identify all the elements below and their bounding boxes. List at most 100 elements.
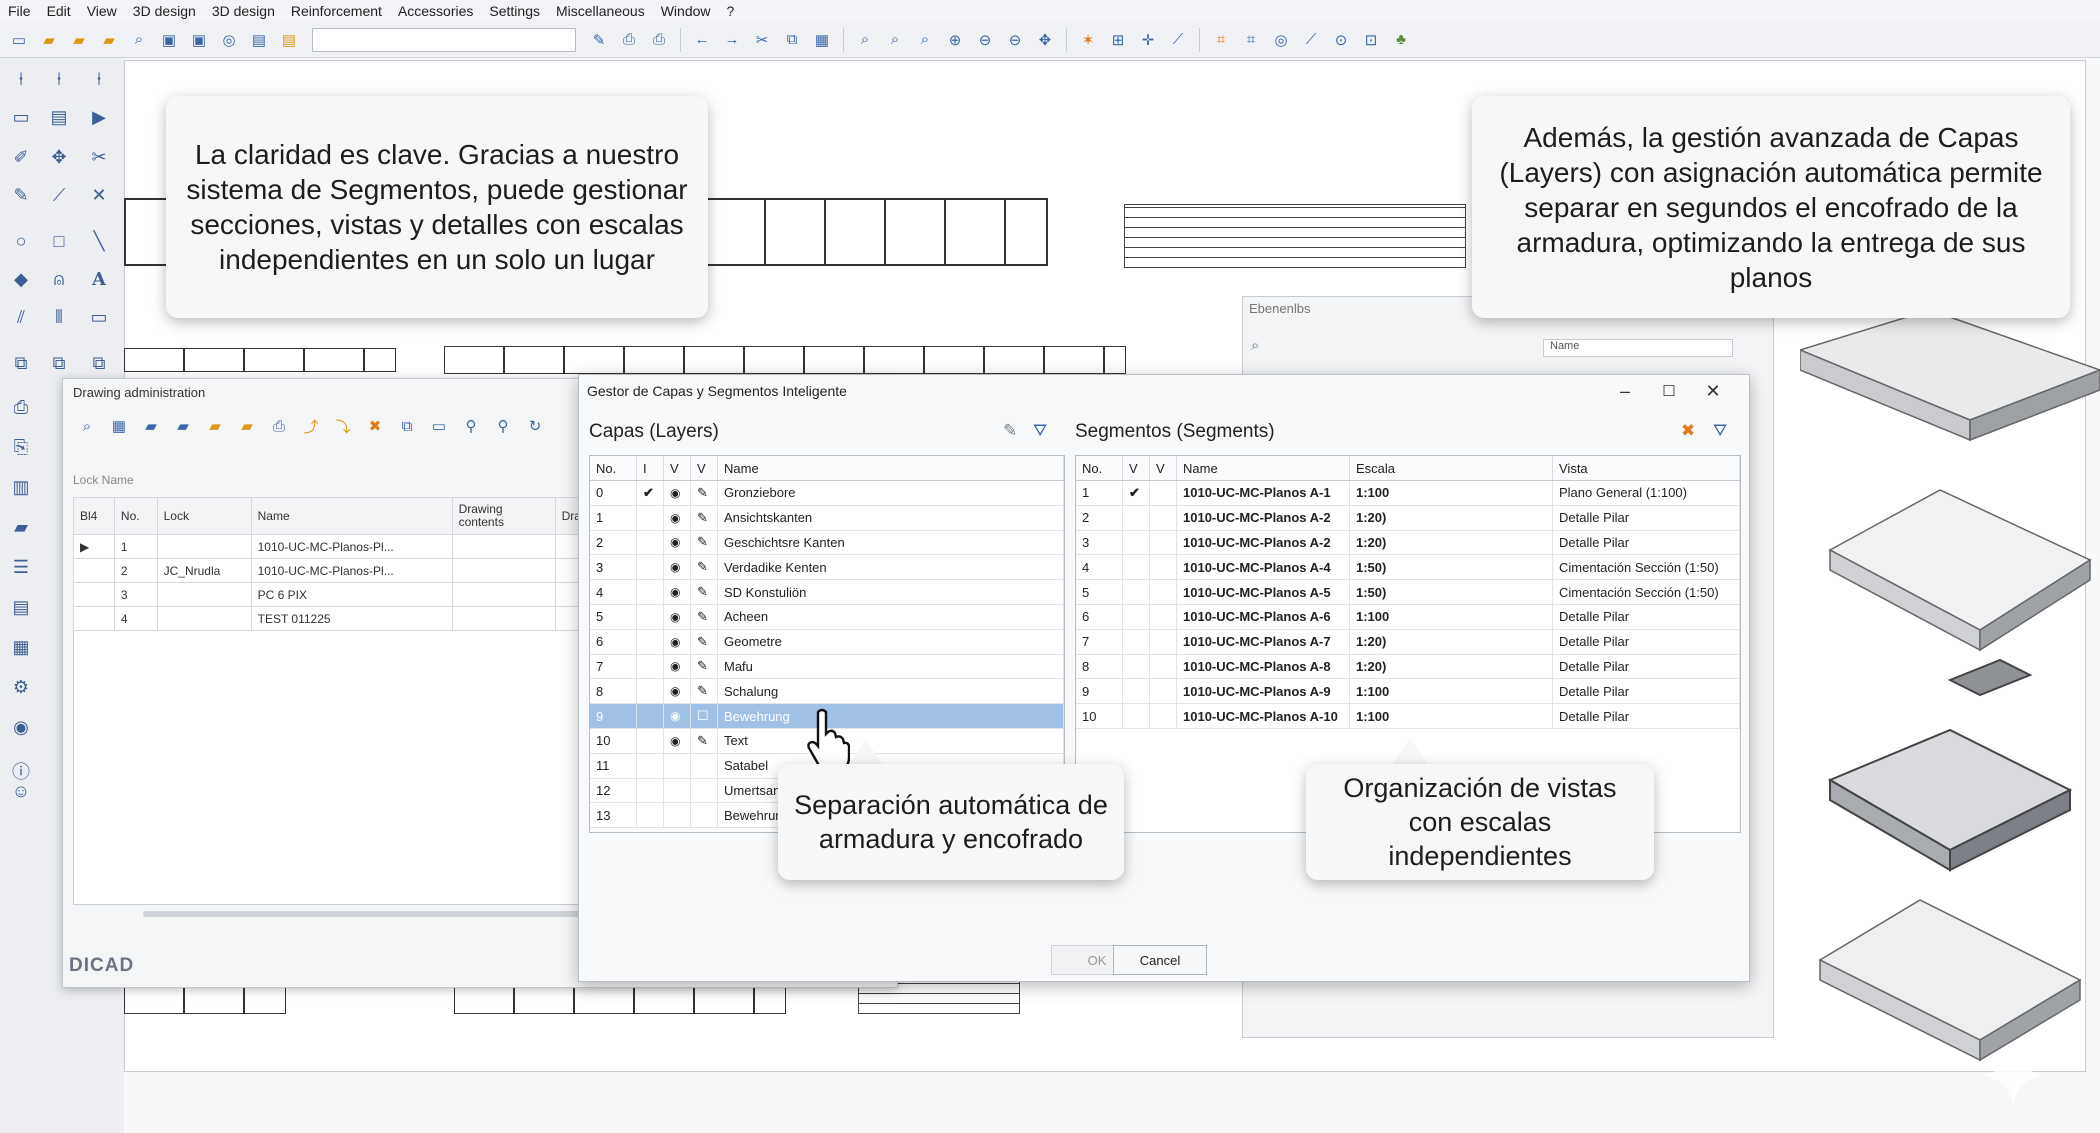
pattern-icon[interactable]: ⦀ bbox=[46, 304, 72, 330]
layer-settings-icon[interactable]: ✎ bbox=[1003, 421, 1017, 441]
zoom-icon[interactable]: ⌕ bbox=[854, 29, 876, 51]
col-header[interactable]: No. bbox=[1076, 456, 1123, 481]
grid-icon[interactable]: ⌗ bbox=[1210, 29, 1232, 51]
segment-visible[interactable] bbox=[1149, 554, 1177, 581]
layer-filter-icon[interactable]: ⛛ bbox=[1033, 421, 1047, 441]
layer-check[interactable] bbox=[636, 554, 664, 581]
image-icon[interactable]: ▤ bbox=[248, 29, 270, 51]
layer-visible-icon[interactable] bbox=[663, 802, 691, 829]
col-header[interactable]: V bbox=[1149, 456, 1177, 481]
menu-item[interactable]: Settings bbox=[481, 3, 548, 19]
target-icon[interactable]: ◎ bbox=[1270, 29, 1292, 51]
car-icon[interactable]: ▰ bbox=[8, 514, 34, 540]
segment-row[interactable]: 2 1010-UC-MC-Planos A-2 1:20) Detalle Pilar bbox=[1076, 505, 1740, 531]
layer-row[interactable]: 0 ✔ ◉ ✎ Gronziebore bbox=[590, 480, 1064, 506]
layer-visible-icon[interactable]: ◉ bbox=[663, 604, 691, 630]
menu-item[interactable]: Window bbox=[653, 3, 719, 19]
minimize-icon[interactable]: – bbox=[1609, 379, 1641, 403]
layer-check[interactable] bbox=[636, 703, 664, 729]
layer-edit-icon[interactable]: ✎ bbox=[690, 728, 718, 754]
segment-visible[interactable] bbox=[1149, 678, 1177, 705]
table-icon[interactable]: ▦ bbox=[108, 415, 130, 437]
segment-delete-icon[interactable]: ✖ bbox=[1681, 421, 1695, 441]
segment-row[interactable]: 1 ✔ 1010-UC-MC-Planos A-1 1:100 Plano Genera… bbox=[1076, 480, 1740, 506]
undo-icon[interactable]: ← bbox=[691, 29, 713, 51]
layer-visible-icon[interactable]: ◉ bbox=[663, 579, 691, 605]
export-icon[interactable]: ⤴ bbox=[300, 415, 322, 437]
segment-row[interactable]: 4 1010-UC-MC-Planos A-4 1:50) Cimentación S… bbox=[1076, 554, 1740, 581]
segment-visible[interactable] bbox=[1149, 604, 1177, 630]
line-icon[interactable]: ╲ bbox=[86, 228, 112, 254]
menu-item[interactable]: Edit bbox=[39, 3, 79, 19]
print-icon[interactable]: ⎙ bbox=[618, 29, 640, 51]
col-header[interactable]: V bbox=[663, 456, 691, 481]
segment-row[interactable]: 3 1010-UC-MC-Planos A-2 1:20) Detalle Pilar bbox=[1076, 530, 1740, 556]
segment-row[interactable]: 8 1010-UC-MC-Planos A-8 1:20) Detalle Pilar bbox=[1076, 654, 1740, 680]
pan-icon[interactable]: ✥ bbox=[1034, 29, 1056, 51]
layer-visible-icon[interactable]: ◉ bbox=[663, 554, 691, 581]
zoom-previous-icon[interactable]: ⊖ bbox=[1004, 29, 1026, 51]
menu-item[interactable]: Reinforcement bbox=[283, 3, 390, 19]
layer-row[interactable]: 8 ◉ ✎ Schalung bbox=[590, 678, 1064, 705]
zoom-out-icon[interactable]: ⊖ bbox=[974, 29, 996, 51]
layer-check[interactable]: ✔ bbox=[636, 480, 664, 506]
segment-row[interactable]: 6 1010-UC-MC-Planos A-6 1:100 Detalle Pilar bbox=[1076, 604, 1740, 630]
segment-check[interactable] bbox=[1122, 604, 1150, 630]
import-icon[interactable]: ⤵ bbox=[332, 415, 354, 437]
folder-add-icon[interactable]: ▰ bbox=[172, 415, 194, 437]
segment-visible[interactable] bbox=[1149, 480, 1177, 506]
layer-check[interactable] bbox=[636, 530, 664, 556]
col-header[interactable]: Vista bbox=[1552, 456, 1740, 481]
copy-icon[interactable]: ⧉ bbox=[781, 29, 803, 51]
folder-icon[interactable]: ▰ bbox=[98, 29, 120, 51]
copy-icon[interactable]: ⍿ bbox=[86, 66, 112, 92]
col-header[interactable]: No. bbox=[113, 497, 158, 535]
settings-icon[interactable]: ⚙ bbox=[8, 674, 34, 700]
layer-edit-icon[interactable]: ✎ bbox=[690, 530, 718, 556]
menu-item[interactable]: File bbox=[0, 3, 39, 19]
frame-icon[interactable]: ▭ bbox=[428, 415, 450, 437]
layer-edit-icon[interactable]: ✎ bbox=[690, 654, 718, 680]
polyline-icon[interactable]: ⟋ bbox=[46, 182, 72, 208]
properties-icon[interactable]: ⚲ bbox=[460, 415, 482, 437]
cut-icon[interactable]: ✂ bbox=[751, 29, 773, 51]
segment-visible[interactable] bbox=[1149, 654, 1177, 680]
layer-row[interactable]: 1 ◉ ✎ Ansichtskanten bbox=[590, 505, 1064, 531]
layer-check[interactable] bbox=[636, 579, 664, 605]
segment-row[interactable]: 7 1010-UC-MC-Planos A-7 1:20) Detalle Pilar bbox=[1076, 629, 1740, 655]
layer-check[interactable] bbox=[636, 505, 664, 531]
layer-check[interactable] bbox=[636, 629, 664, 655]
layer-visible-icon[interactable]: ◉ bbox=[663, 505, 691, 531]
save-all-icon[interactable]: ▣ bbox=[188, 29, 210, 51]
pin-icon[interactable]: ⚲ bbox=[492, 415, 514, 437]
document-icon[interactable]: ▤ bbox=[46, 104, 72, 130]
print-icon[interactable]: ⎙ bbox=[268, 415, 290, 437]
col-header[interactable]: V bbox=[690, 456, 718, 481]
zoom-in-icon[interactable]: ⊕ bbox=[944, 29, 966, 51]
select-icon[interactable]: ✶ bbox=[1077, 29, 1099, 51]
segment-check[interactable] bbox=[1122, 654, 1150, 680]
segment-check[interactable]: ✔ bbox=[1122, 480, 1150, 506]
col-header[interactable]: No. bbox=[590, 456, 637, 481]
layer-check[interactable] bbox=[636, 778, 664, 804]
layer-set-icon[interactable]: ⧉ bbox=[86, 350, 112, 376]
rectangle-icon[interactable]: ▭ bbox=[8, 104, 34, 130]
layer-row[interactable]: 5 ◉ ✎ Acheen bbox=[590, 604, 1064, 630]
segment-check[interactable] bbox=[1122, 554, 1150, 581]
segment-row[interactable]: 9 1010-UC-MC-Planos A-9 1:100 Detalle Pilar bbox=[1076, 678, 1740, 705]
layer-visible-icon[interactable] bbox=[663, 778, 691, 804]
col-header[interactable]: I bbox=[636, 456, 664, 481]
construct-icon[interactable]: ⟋ bbox=[1300, 29, 1322, 51]
layer-edit-icon[interactable]: ✎ bbox=[690, 480, 718, 506]
close-icon[interactable]: ✕ bbox=[1697, 379, 1729, 403]
layer-check[interactable] bbox=[636, 654, 664, 680]
segment-check[interactable] bbox=[1122, 678, 1150, 705]
user-icon[interactable]: ☺ bbox=[8, 778, 34, 804]
segment-visible[interactable] bbox=[1149, 629, 1177, 655]
segment-check[interactable] bbox=[1122, 579, 1150, 605]
open-folder-icon[interactable]: ▰ bbox=[38, 29, 60, 51]
elements-name-combo[interactable]: Name bbox=[1543, 339, 1733, 357]
view-combo[interactable] bbox=[312, 27, 576, 52]
maximize-icon[interactable]: ☐ bbox=[1653, 379, 1685, 403]
segment-row[interactable]: 5 1010-UC-MC-Planos A-5 1:50) Cimentación S… bbox=[1076, 579, 1740, 605]
